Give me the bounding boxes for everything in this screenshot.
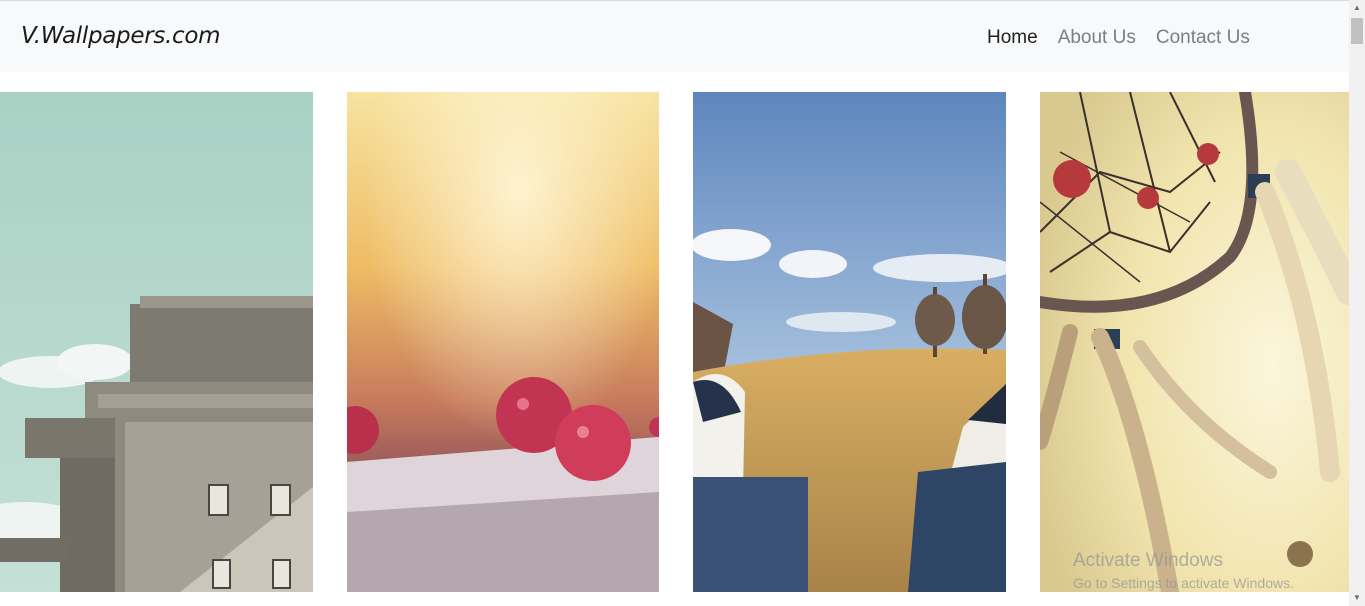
scroll-down-icon[interactable]: ▼ bbox=[1349, 590, 1365, 606]
nav-link-contact-us[interactable]: Contact Us bbox=[1156, 27, 1250, 49]
wallpaper-card-raspberries[interactable] bbox=[347, 92, 659, 592]
nav-links: Home About Us Contact Us bbox=[987, 27, 1250, 49]
wallpaper-card-dreamcatcher[interactable] bbox=[1040, 92, 1349, 592]
tower-image bbox=[0, 92, 313, 592]
scroll-thumb[interactable] bbox=[1351, 18, 1363, 44]
wallpaper-card-tower[interactable] bbox=[0, 92, 313, 592]
scroll-up-icon[interactable]: ▲ bbox=[1349, 0, 1365, 16]
raspberries-image bbox=[347, 92, 659, 592]
wallpaper-card-field[interactable] bbox=[693, 92, 1006, 592]
nav-link-about-us[interactable]: About Us bbox=[1058, 27, 1136, 49]
wallpaper-gallery bbox=[0, 92, 1349, 592]
navbar: V.Wallpapers.com Home About Us Contact U… bbox=[0, 1, 1349, 72]
dreamcatcher-image bbox=[1040, 92, 1349, 592]
field-image bbox=[693, 92, 1006, 592]
vertical-scrollbar[interactable]: ▲ ▼ bbox=[1349, 0, 1365, 606]
brand-logo[interactable]: V.Wallpapers.com bbox=[21, 23, 221, 49]
nav-link-home[interactable]: Home bbox=[987, 27, 1038, 49]
